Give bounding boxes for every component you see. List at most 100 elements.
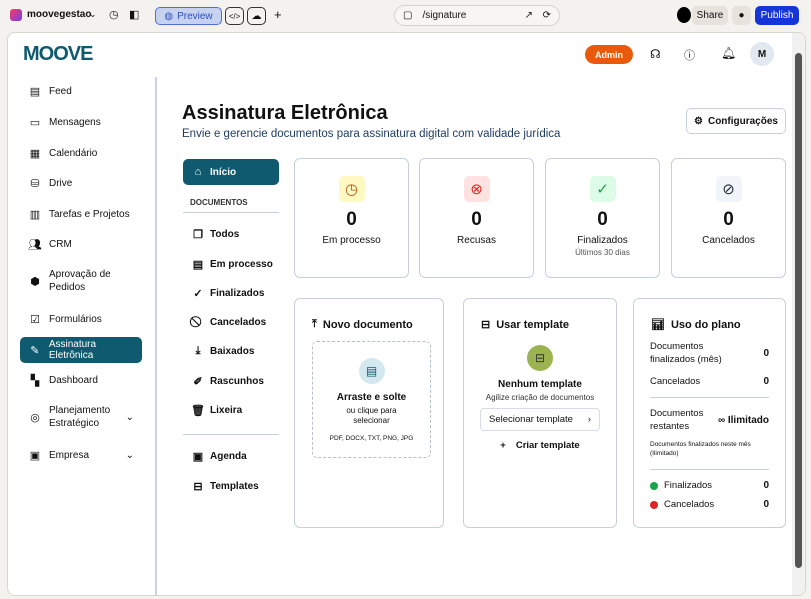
sidebar-item-5[interactable]: 👥︎ CRM	[20, 231, 142, 257]
stat-label: Finalizados	[577, 235, 628, 246]
nav-item-2[interactable]: ✓ Finalizados	[183, 280, 279, 306]
plan-finalized-value: 0	[763, 348, 769, 360]
card-title: Usar template	[496, 318, 569, 331]
nav-item-1[interactable]: ▤ Em processo	[183, 251, 279, 277]
nav-section-title: DOCUMENTOS	[190, 198, 248, 207]
divider	[183, 434, 279, 435]
chevron-down-icon[interactable]: ⌄	[89, 9, 97, 20]
template-empty-hint: Agilize criação de documentos	[485, 393, 595, 402]
chevron-down-icon[interactable]: ⌄	[126, 450, 134, 461]
nav-item-4[interactable]: ⤓ Baixados	[183, 338, 279, 364]
history-icon[interactable]: ◷	[109, 8, 119, 21]
nav-icon: ❐	[193, 228, 203, 241]
nav-item-0[interactable]: ❐ Todos	[183, 221, 279, 247]
sidebar-divider	[155, 77, 157, 595]
sidebar-item-4[interactable]: ▥ Tarefas e Projetos	[20, 201, 142, 227]
sidebar-item-2[interactable]: ▦ Calendário	[20, 140, 142, 166]
publish-button[interactable]: Publish	[755, 6, 799, 25]
nav-icon: ✐	[193, 375, 203, 388]
share-button[interactable]: Share	[692, 6, 728, 25]
sidebar-item-6[interactable]: ⬢ Aprovação de Pedidos	[20, 263, 142, 299]
sidebar-item-10[interactable]: ◎ Planejamento Estratégico ⌄	[20, 399, 142, 435]
nav-label: Lixeira	[210, 404, 243, 416]
headset-icon[interactable]: ☊	[650, 47, 661, 61]
select-template-button[interactable]: Selecionar template ›	[480, 408, 600, 431]
new-document-card: ⤒ Novo documento ▤ Arraste e solte ou cli…	[294, 298, 444, 528]
pen-icon: ✎	[30, 344, 40, 357]
dashboard-icon: ▚	[30, 374, 40, 387]
template-empty-icon: ⊟	[527, 345, 553, 371]
legend-value: 0	[763, 499, 769, 510]
nav-icon: 🗑︎	[191, 404, 205, 417]
legend-label: Cancelados	[664, 499, 715, 510]
sidebar-item-9[interactable]: ▚ Dashboard	[20, 367, 142, 393]
sidebar-item-label: CRM	[49, 238, 72, 250]
nav-label: Agenda	[210, 450, 247, 462]
stat-card[interactable]: ✓ 0 Finalizados Últimos 30 dias	[545, 158, 660, 278]
nav-extra-0[interactable]: ▣ Agenda	[183, 443, 279, 469]
dropzone[interactable]: ▤ Arraste e solte ou clique para selecio…	[312, 341, 431, 458]
stat-card[interactable]: ⊗ 0 Recusas	[419, 158, 534, 278]
stat-card[interactable]: ◷ 0 Em processo	[294, 158, 409, 278]
document-icon: ▤	[358, 358, 385, 384]
nav-label: Início	[210, 166, 237, 178]
code-button[interactable]: </>	[225, 7, 244, 25]
sidebar-item-11[interactable]: ▣ Empresa ⌄	[20, 442, 142, 468]
stat-icon: ✓	[589, 176, 616, 202]
admin-badge[interactable]: Admin	[585, 45, 633, 64]
user-avatar[interactable]	[677, 7, 691, 23]
building-icon: ▣	[29, 449, 41, 462]
nav-item-5[interactable]: ✐ Rascunhos	[183, 368, 279, 394]
scrollbar[interactable]	[792, 33, 805, 595]
plan-canceled-value: 0	[763, 376, 769, 387]
calendar-icon: ▦	[29, 147, 41, 160]
add-tab-icon[interactable]: +	[274, 7, 282, 22]
gear-icon: ⚙	[694, 115, 703, 127]
sidebar-item-label: Mensagens	[49, 116, 101, 128]
sidebar-item-label: Assinatura Eletrônica	[48, 339, 97, 361]
divider	[183, 212, 279, 213]
sidebar-toggle-icon[interactable]: ◧	[129, 8, 139, 21]
sidebar-item-3[interactable]: ⛁ Drive	[20, 170, 142, 196]
settings-button[interactable]: ⚙ Configurações	[686, 108, 786, 134]
nav-icon: ⤓	[195, 344, 201, 357]
template-card: ⊟ Usar template ⊟ Nenhum template Agilize…	[463, 298, 617, 528]
url-bar[interactable]: ▢ /signature ↗ ⟳	[394, 5, 560, 26]
plus-icon: +	[500, 440, 506, 451]
refresh-icon[interactable]: ⟳	[543, 10, 551, 21]
bell-icon[interactable]: 🔔︎	[721, 46, 736, 60]
plan-finalized-label: Documentos finalizados (mês)	[650, 341, 722, 365]
nav-item-3[interactable]: ⃠ Cancelados	[183, 309, 279, 335]
nav-label: Cancelados	[210, 316, 267, 328]
chevron-down-icon[interactable]: ⌄	[126, 412, 134, 423]
sidebar-item-label: Tarefas e Projetos	[49, 208, 130, 220]
nav-icon: ✓	[193, 287, 203, 300]
legend-value: 0	[763, 480, 769, 491]
nav-item-6[interactable]: 🗑︎ Lixeira	[183, 397, 279, 423]
stat-value: 0	[597, 209, 608, 230]
package-icon: ⬢	[30, 275, 40, 288]
card-title: Uso do plano	[670, 318, 741, 331]
cloud-button[interactable]: ☁	[247, 7, 266, 25]
sidebar-item-7[interactable]: ☑ Formulários	[20, 306, 142, 332]
project-name[interactable]: moovegestao	[27, 9, 91, 20]
nav-extra-1[interactable]: ⊟ Templates	[183, 473, 279, 499]
url-text: /signature	[422, 10, 467, 21]
stat-card[interactable]: ⊘ 0 Cancelados	[671, 158, 786, 278]
preview-button[interactable]: ◍ Preview	[155, 7, 222, 25]
avatar[interactable]: M	[750, 42, 774, 66]
help-icon[interactable]: ⓘ	[684, 47, 695, 63]
sidebar-item-1[interactable]: ▭ Mensagens	[20, 109, 142, 135]
sidebar-item-0[interactable]: ▤ Feed	[20, 78, 142, 104]
github-button[interactable]: ●	[732, 6, 751, 25]
plan-remaining-value: ∞ Ilimitado	[717, 415, 769, 427]
message-icon: ▭	[29, 116, 41, 129]
page-icon: ▢	[403, 10, 413, 21]
open-external-icon[interactable]: ↗	[525, 10, 533, 21]
sidebar-item-8[interactable]: ✎ Assinatura Eletrônica	[20, 337, 142, 363]
nav-home[interactable]: ⌂ Início	[183, 159, 279, 185]
create-template-button[interactable]: + Criar template	[464, 440, 616, 451]
preview-label: Preview	[177, 10, 213, 22]
drive-icon: ⛁	[30, 177, 40, 190]
bar-chart-icon: 📊︎	[651, 319, 665, 331]
